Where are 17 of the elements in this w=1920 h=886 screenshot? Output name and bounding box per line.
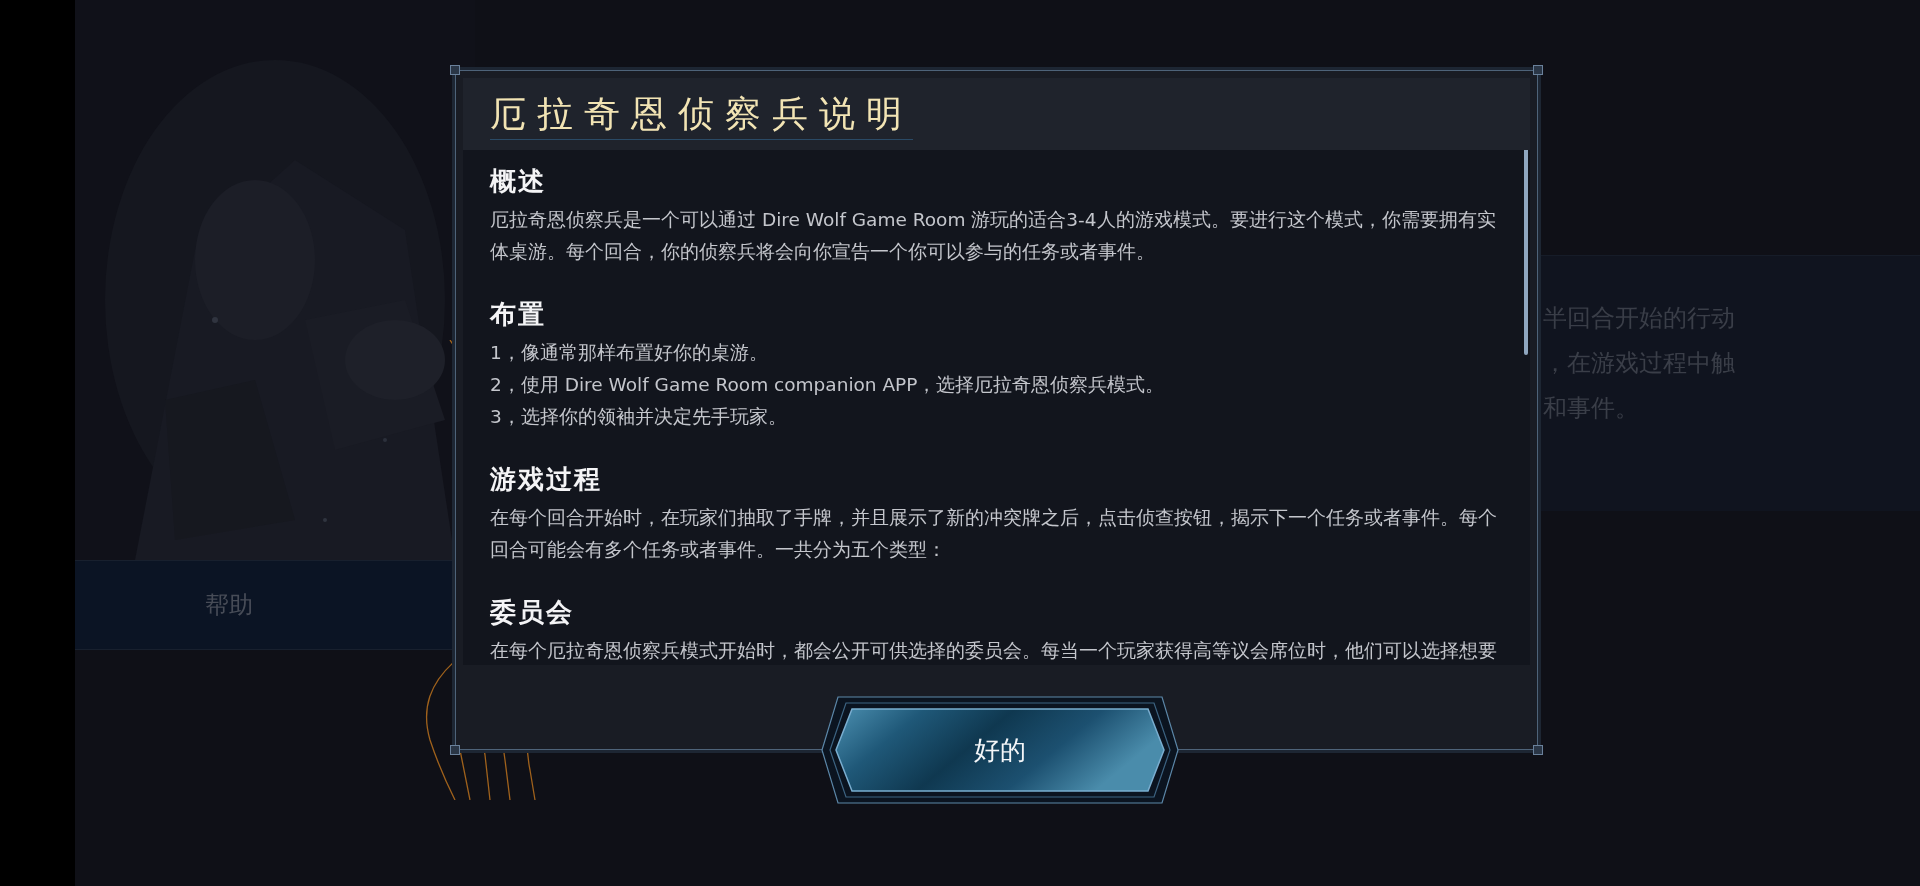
corner-ornament [450, 65, 460, 75]
paragraph: 在每个厄拉奇恩侦察兵模式开始时，都会公开可供选择的委员会。每当一个玩家获得高等议会席位时，他们可以选择想要 [490, 639, 1498, 663]
paragraph: 厄拉奇恩侦察兵是一个可以通过 Dire Wolf Game Room 游玩的适合3-4人的游戏模式。要进行这个模式，你需要拥有实体桌游。每个回合，你的侦察兵将会向你宣告一个你可以参与的任务或者事件。 [490, 208, 1497, 264]
ok-button[interactable]: 好的 [820, 695, 1180, 805]
paragraph: 3，选择你的领袖并决定先手玩家。 [490, 405, 788, 429]
corner-ornament [1533, 745, 1543, 755]
paragraph: 1，像通常那样布置好你的桌游。 [490, 341, 769, 365]
scrollbar-thumb[interactable] [1524, 150, 1528, 355]
section-heading: 委员会 [490, 596, 575, 629]
section-heading: 概述 [490, 165, 547, 198]
paragraph: 2，使用 Dire Wolf Game Room companion APP，选择厄拉奇恩侦察兵模式。 [490, 373, 1166, 397]
section-heading: 布置 [490, 298, 547, 331]
dialog-title: 厄拉奇恩侦察兵说明 [490, 88, 913, 140]
corner-ornament [450, 745, 460, 755]
corner-ornament [1533, 65, 1543, 75]
section-heading: 游戏过程 [490, 463, 603, 496]
paragraph: 在每个回合开始时，在玩家们抽取了手牌，并且展示了新的冲突牌之后，点击侦查按钮，揭示下一个任务或者事件。每个回合可能会有多个任务或者事件。一共分为五个类型： [490, 506, 1498, 562]
